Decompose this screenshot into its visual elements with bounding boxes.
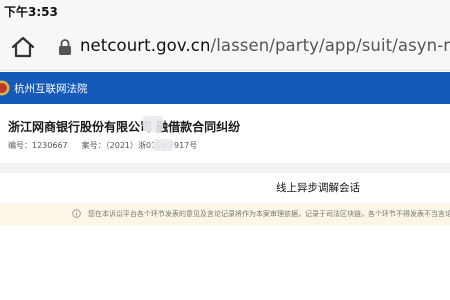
case-no: （2021）浙0192 7917号 (105, 141, 198, 150)
section-divider (0, 163, 450, 173)
case-title: 浙江网商银行股份有限公司 融借款合同纠纷 (8, 120, 241, 134)
info-icon (72, 209, 81, 218)
redaction-mark (153, 139, 173, 151)
url-path: /lassen/party/app/suit/asyn-mediate? (210, 36, 450, 55)
notice-text: 您在本诉讼平台各个环节发表的意见及言论记录将作为本案审理依据，记录于司法区块链，… (88, 210, 450, 218)
redaction-mark (143, 116, 163, 132)
court-name: 杭州互联网法院 (14, 83, 88, 95)
case-no-label: 案号： (81, 141, 106, 150)
home-icon[interactable] (10, 35, 36, 59)
status-bar: 下午3:53 (0, 0, 450, 24)
address-bar[interactable]: netcourt.gov.cn/lassen/party/app/suit/as… (52, 30, 450, 64)
status-time: 下午3:53 (4, 5, 58, 19)
court-emblem-icon (0, 80, 10, 96)
case-number-label: 编号： (8, 141, 32, 150)
case-number: 1230667 (32, 141, 68, 150)
url-domain: netcourt.gov.cn (80, 36, 211, 55)
lock-icon (59, 39, 71, 55)
section-title: 线上异步调解会话 (276, 182, 360, 194)
court-header: 杭州互联网法院 (0, 72, 450, 104)
browser-toolbar: netcourt.gov.cn/lassen/party/app/suit/as… (0, 24, 450, 71)
notice-banner: 您在本诉讼平台各个环节发表的意见及言论记录将作为本案审理依据，记录于司法区块链，… (0, 203, 450, 225)
url-text: netcourt.gov.cn/lassen/party/app/suit/as… (80, 36, 450, 55)
